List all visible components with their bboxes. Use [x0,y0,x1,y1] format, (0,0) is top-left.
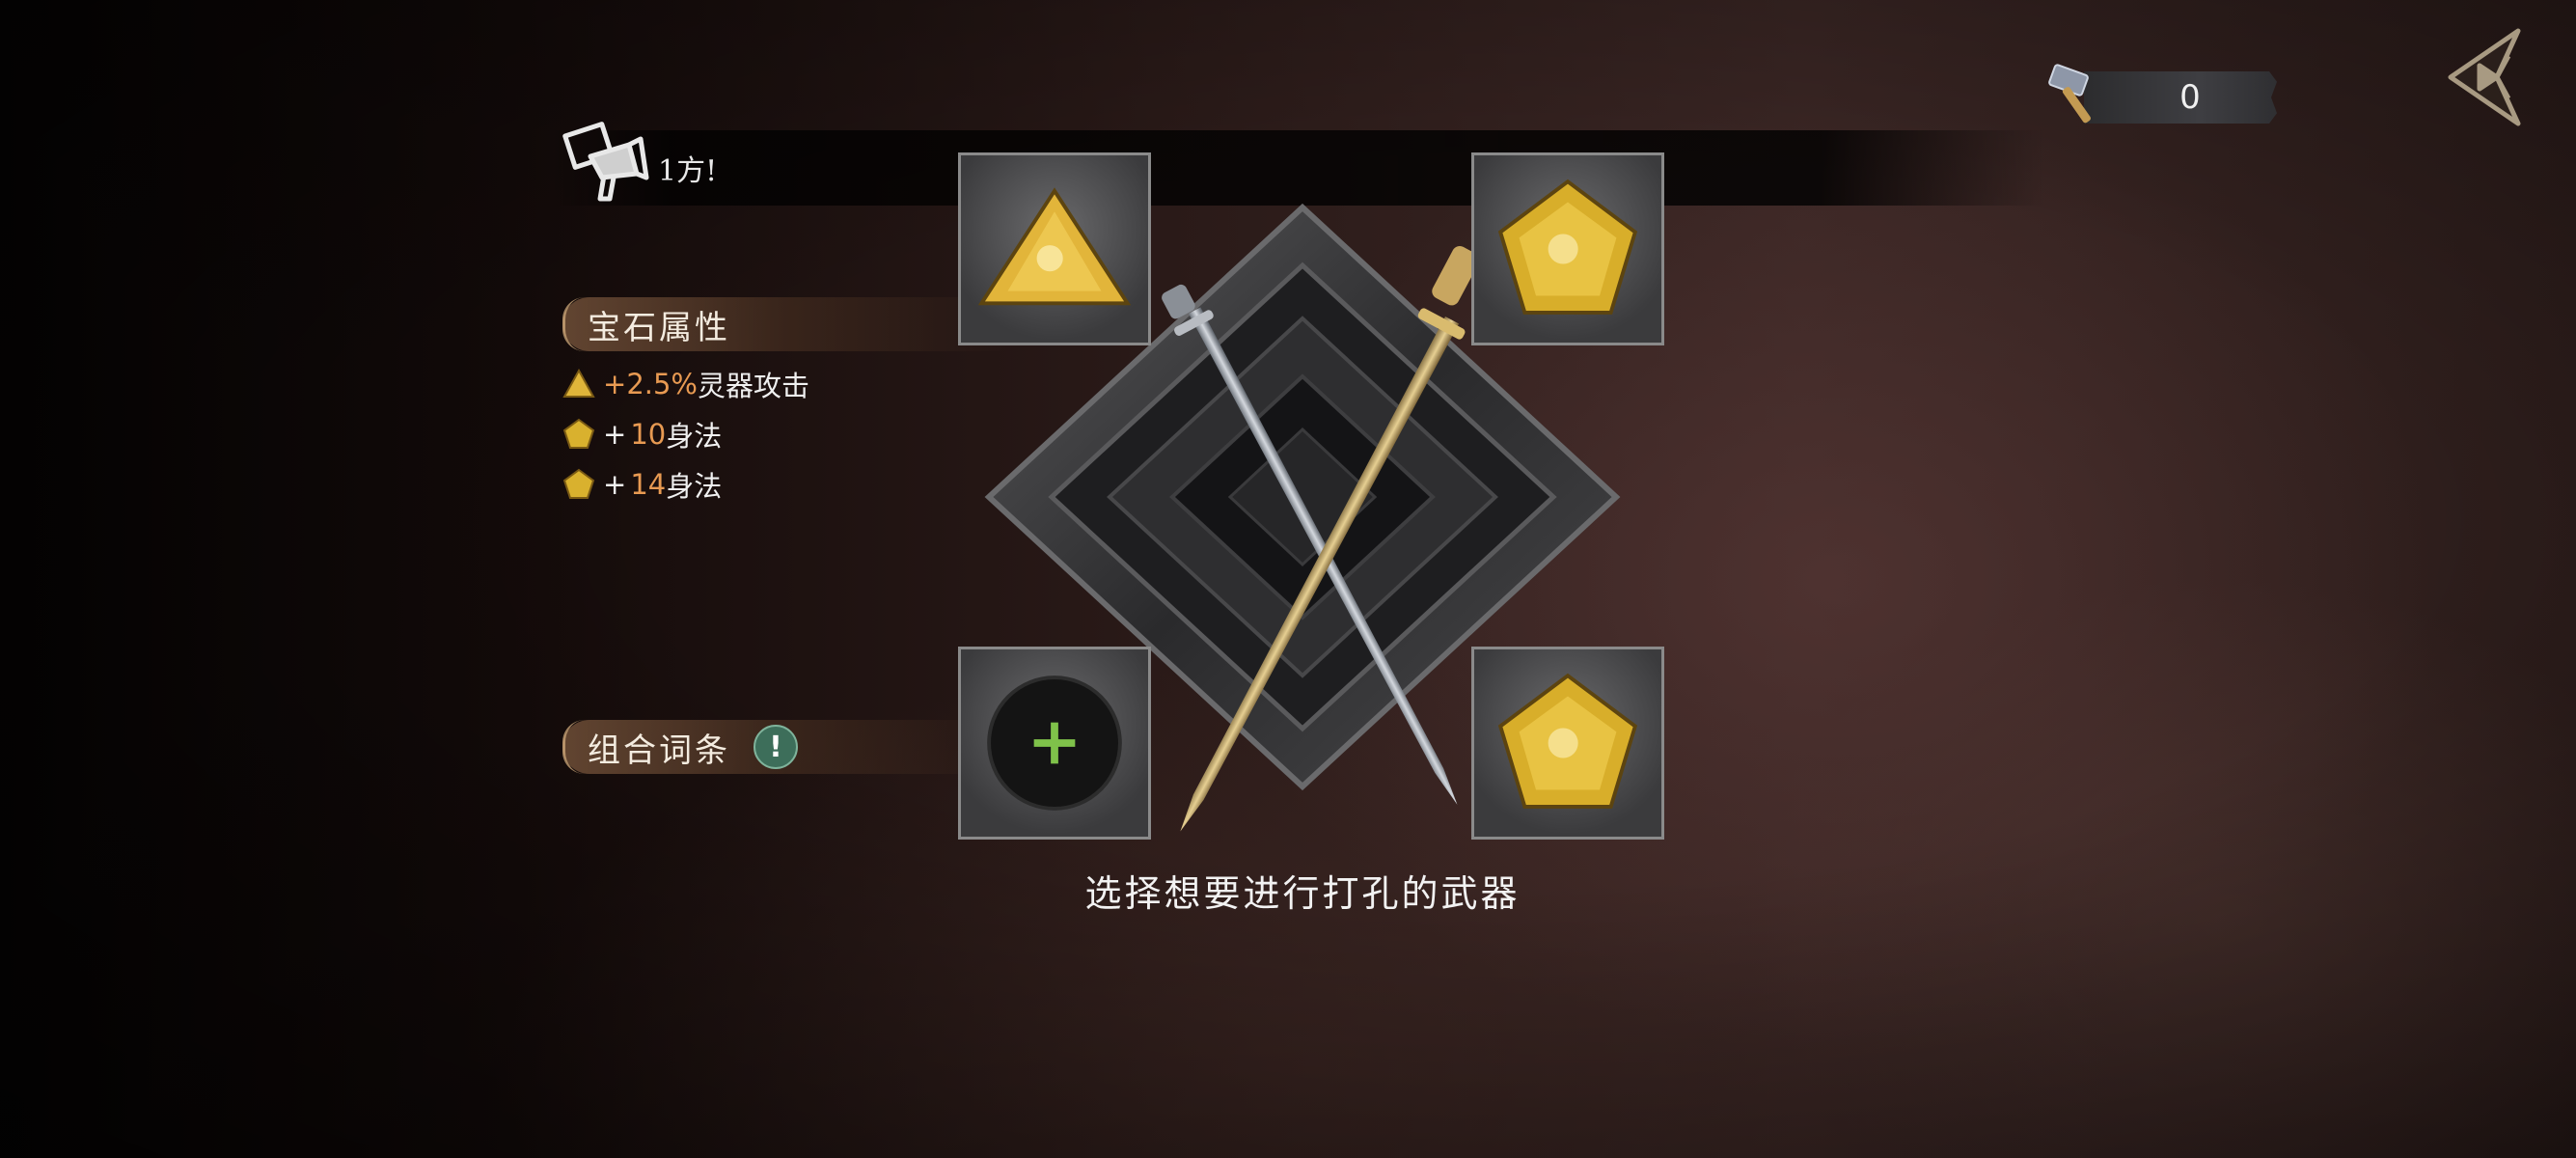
attribute-row: +2.5% 灵器攻击 [562,365,809,403]
attribute-name: 灵器攻击 [698,370,810,402]
pentagon-gem-icon [1497,673,1638,809]
add-icon [987,676,1122,811]
gem-slot-top-left[interactable] [958,152,1151,345]
attribute-prefix: + [603,368,627,400]
attribute-prefix: + [603,468,627,501]
resource-counter: 0 [2084,71,2277,124]
triangle-gem-icon [977,187,1132,306]
back-button[interactable] [2441,27,2530,127]
hammer-icon [2045,64,2111,127]
resource-value: 0 [2179,78,2201,117]
combo-entries-header[interactable]: 组合词条 ! [562,720,1006,774]
megaphone-icon[interactable] [562,118,650,207]
pentagon-gem-icon [562,468,595,499]
pentagon-gem-icon [1497,179,1638,315]
gem-attributes-header: 宝石属性 [562,297,1006,351]
select-weapon-hint: 选择想要进行打孔的武器 [1084,872,1521,915]
attribute-value: 2.5% [626,368,698,400]
combo-entries-title: 组合词条 [588,731,730,770]
attribute-value: 14 [630,468,667,501]
gem-slot-bottom-left[interactable] [958,647,1151,840]
attribute-name: 身法 [666,470,723,503]
attribute-row: + 10 身法 [562,415,722,454]
gem-attributes-title: 宝石属性 [588,308,730,347]
attribute-prefix: + [603,418,627,451]
info-icon[interactable]: ! [754,725,798,769]
triangle-gem-icon [562,368,595,398]
broadcast-text: 1方! [658,154,718,188]
pentagon-gem-icon [562,418,595,449]
gem-slot-top-right[interactable] [1471,152,1664,345]
gem-slot-bottom-right[interactable] [1471,647,1664,840]
attribute-value: 10 [630,418,667,451]
back-arrow-icon [2448,28,2521,126]
attribute-row: + 14 身法 [562,465,722,504]
attribute-name: 身法 [666,420,723,453]
